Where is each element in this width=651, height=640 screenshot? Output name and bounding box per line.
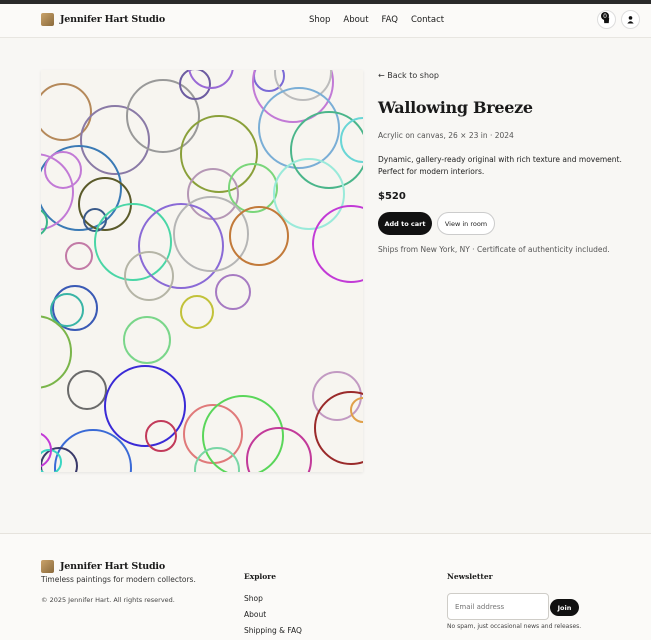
cart-count-badge: 0 bbox=[601, 12, 609, 20]
product-actions: Add to cart View in room bbox=[378, 212, 638, 235]
site-footer: Jennifer Hart Studio Timeless paintings … bbox=[0, 533, 651, 640]
brand-name: Jennifer Hart Studio bbox=[60, 14, 165, 25]
nav-contact[interactable]: Contact bbox=[411, 15, 444, 25]
account-button[interactable] bbox=[621, 10, 640, 29]
explore-heading: Explore bbox=[244, 572, 277, 581]
logo-icon bbox=[41, 560, 54, 573]
nav-faq[interactable]: FAQ bbox=[382, 15, 398, 25]
product-details: ← Back to shop Wallowing Breeze Acrylic … bbox=[378, 70, 638, 254]
brand[interactable]: Jennifer Hart Studio bbox=[41, 13, 165, 26]
product-meta: Acrylic on canvas, 26 × 23 in · 2024 bbox=[378, 131, 514, 140]
artwork-circles bbox=[41, 70, 363, 472]
footer-link-shop[interactable]: Shop bbox=[244, 594, 263, 603]
back-to-shop-link[interactable]: ← Back to shop bbox=[378, 71, 638, 80]
site-header: Jennifer Hart Studio Shop About FAQ Cont… bbox=[0, 4, 651, 38]
nav-about[interactable]: About bbox=[343, 15, 368, 25]
newsletter-note: No spam, just occasional news and releas… bbox=[447, 623, 582, 630]
main-nav: Shop About FAQ Contact bbox=[309, 15, 444, 25]
product-description: Dynamic, gallery-ready original with ric… bbox=[378, 155, 622, 176]
footer-copyright: © 2025 Jennifer Hart. All rights reserve… bbox=[41, 596, 175, 604]
newsletter-email-input[interactable] bbox=[447, 593, 549, 620]
product-price: $520 bbox=[378, 191, 406, 202]
join-button[interactable]: Join bbox=[550, 599, 579, 616]
footer-link-shipping-faq[interactable]: Shipping & FAQ bbox=[244, 626, 302, 635]
footer-brand[interactable]: Jennifer Hart Studio bbox=[41, 560, 165, 573]
footer-link-about[interactable]: About bbox=[244, 610, 266, 619]
product-title: Wallowing Breeze bbox=[378, 98, 533, 117]
newsletter-heading: Newsletter bbox=[447, 572, 493, 581]
view-in-room-button[interactable]: View in room bbox=[437, 212, 495, 235]
add-to-cart-button[interactable]: Add to cart bbox=[378, 212, 432, 235]
artwork-image bbox=[41, 70, 363, 472]
logo-icon bbox=[41, 13, 54, 26]
nav-shop[interactable]: Shop bbox=[309, 15, 330, 25]
user-icon bbox=[627, 16, 634, 24]
footer-brand-name: Jennifer Hart Studio bbox=[60, 561, 165, 572]
footer-tagline: Timeless paintings for modern collectors… bbox=[41, 575, 196, 584]
shipping-info: Ships from New York, NY · Certificate of… bbox=[378, 245, 610, 254]
